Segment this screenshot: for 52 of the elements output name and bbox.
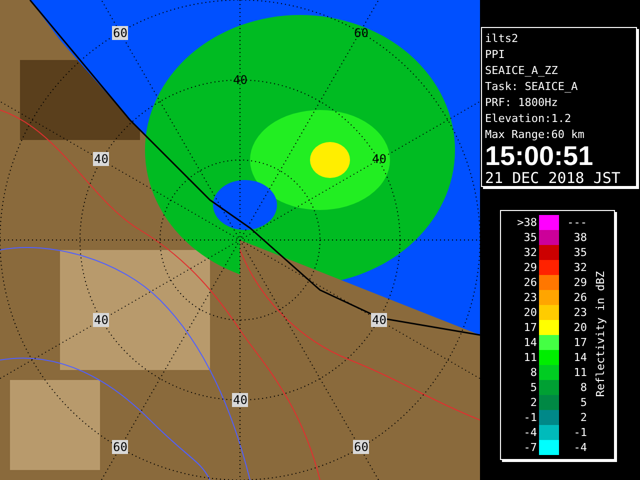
date-text: 21 DEC 2018 JST — [485, 169, 622, 187]
range-label: 60 — [353, 26, 370, 40]
legend-low-value: >38 — [516, 215, 538, 230]
legend-low-value: 8 — [529, 365, 538, 380]
info-line: Elevation:1.2 — [485, 111, 572, 127]
legend-high-value: 2 — [579, 410, 588, 425]
info-line: Max Range:60 km — [485, 127, 586, 143]
legend-title: Reflectivity in dBZ — [594, 270, 608, 399]
legend-high-value: 26 — [572, 290, 588, 305]
legend-high-value: 29 — [572, 275, 588, 290]
legend-high-value: 5 — [579, 395, 588, 410]
info-line: PPI — [485, 47, 506, 63]
legend-low-value: 5 — [529, 380, 538, 395]
legend-high-value: --- — [566, 215, 588, 230]
legend-high-value: 35 — [572, 245, 588, 260]
range-label: 40 — [232, 73, 248, 87]
legend-low-value: -7 — [522, 440, 538, 455]
legend-high-value: -1 — [572, 425, 588, 440]
time-text: 15:00:51 — [485, 143, 594, 169]
legend-high-value: 20 — [572, 320, 588, 335]
range-label: 60 — [112, 440, 128, 454]
legend-high-value: 14 — [572, 350, 588, 365]
range-label: 40 — [93, 152, 110, 166]
info-line: PRF: 1800Hz — [485, 95, 559, 111]
legend-low-value: 11 — [522, 350, 538, 365]
range-label: 60 — [353, 440, 370, 454]
legend-high-value: 38 — [572, 230, 588, 245]
info-line: SEAICE_A_ZZ — [485, 63, 559, 79]
range-label: 40 — [93, 313, 110, 327]
info-line: ilts2 — [485, 31, 520, 47]
info-line: Task: SEAICE_A — [485, 79, 579, 95]
legend-low-value: 17 — [522, 320, 538, 335]
range-label: 60 — [112, 26, 128, 40]
legend-low-value: 29 — [522, 260, 538, 275]
range-label: 40 — [232, 393, 248, 407]
legend-high-value: -4 — [572, 440, 588, 455]
legend-low-value: -1 — [522, 410, 538, 425]
legend-low-value: 14 — [522, 335, 538, 350]
legend-low-value: 26 — [522, 275, 538, 290]
legend-low-value: 35 — [522, 230, 538, 245]
range-label: 40 — [371, 313, 388, 327]
range-label: 40 — [371, 152, 388, 166]
legend-low-value: 20 — [522, 305, 538, 320]
legend-low-value: 2 — [529, 395, 538, 410]
legend-low-value: 23 — [522, 290, 538, 305]
legend-low-value: -4 — [522, 425, 538, 440]
legend-low-value: 32 — [522, 245, 538, 260]
legend-high-value: 32 — [572, 260, 588, 275]
legend-high-value: 23 — [572, 305, 588, 320]
legend-high-value: 11 — [572, 365, 588, 380]
legend-high-value: 17 — [572, 335, 588, 350]
legend-high-value: 8 — [579, 380, 588, 395]
